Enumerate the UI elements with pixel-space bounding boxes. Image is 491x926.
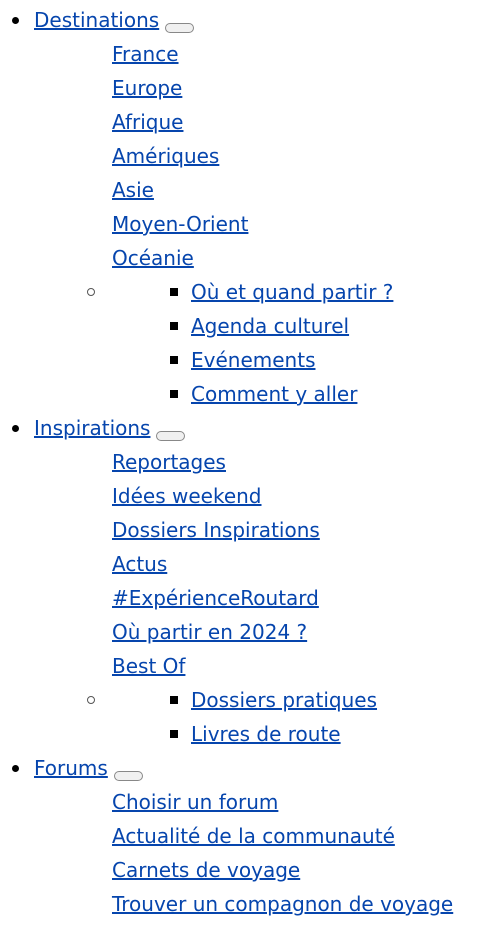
nested-link-comment-y-aller[interactable]: Comment y aller <box>191 382 357 406</box>
nested-link-evenements[interactable]: Evénements <box>191 348 315 372</box>
nested-link-agenda-culturel[interactable]: Agenda culturel <box>191 314 349 338</box>
nested-submenu-item: Dossiers pratiques <box>191 686 377 714</box>
submenu-item: France <box>112 40 179 68</box>
submenu-link-actus[interactable]: Actus <box>112 552 167 576</box>
menu-link-inspirations[interactable]: Inspirations <box>34 416 150 440</box>
submenu-item: Amériques <box>112 142 219 170</box>
expand-toggle-button[interactable] <box>156 431 186 441</box>
bullet-square-icon <box>170 322 178 330</box>
submenu-link-ou-partir-en-2024[interactable]: Où partir en 2024 ? <box>112 620 307 644</box>
menu-link-forums[interactable]: Forums <box>34 756 108 780</box>
nested-submenu-item: Livres de route <box>191 720 341 748</box>
submenu-item: Best Of <box>112 652 185 680</box>
submenu-item: Afrique <box>112 108 183 136</box>
submenu-link-trouver-un-compagnon-de-voyage[interactable]: Trouver un compagnon de voyage <box>112 892 453 916</box>
submenu-link-france[interactable]: France <box>112 42 179 66</box>
submenu-item: Carnets de voyage <box>112 856 300 884</box>
submenu-item: Actualité de la communauté <box>112 822 395 850</box>
bullet-square-icon <box>170 356 178 364</box>
bullet-disc-icon <box>12 17 19 24</box>
nested-link-livres-de-route[interactable]: Livres de route <box>191 722 341 746</box>
submenu-link-reportages[interactable]: Reportages <box>112 450 226 474</box>
menu-section-inspirations: Inspirations <box>34 414 150 442</box>
submenu-item: Moyen-Orient <box>112 210 248 238</box>
bullet-disc-icon <box>12 765 19 772</box>
bullet-square-icon <box>170 288 178 296</box>
expand-toggle-button[interactable] <box>113 771 143 781</box>
submenu-item: Actus <box>112 550 167 578</box>
submenu-item: Dossiers Inspirations <box>112 516 320 544</box>
menu-section-forums: Forums <box>34 754 108 782</box>
menu-section-destinations: Destinations <box>34 6 159 34</box>
submenu-item: Europe <box>112 74 182 102</box>
bullet-disc-icon <box>12 425 19 432</box>
submenu-link-actualite-de-la-communaute[interactable]: Actualité de la communauté <box>112 824 395 848</box>
submenu-link-choisir-un-forum[interactable]: Choisir un forum <box>112 790 278 814</box>
submenu-item: Idées weekend <box>112 482 262 510</box>
submenu-link-dossiers-inspirations[interactable]: Dossiers Inspirations <box>112 518 320 542</box>
submenu-item: Océanie <box>112 244 194 272</box>
menu-link-destinations[interactable]: Destinations <box>34 8 159 32</box>
bullet-circle-icon <box>87 288 95 296</box>
submenu-link-asie[interactable]: Asie <box>112 178 154 202</box>
submenu-link-moyen-orient[interactable]: Moyen-Orient <box>112 212 248 236</box>
submenu-link-ameriques[interactable]: Amériques <box>112 144 219 168</box>
submenu-link-oceanie[interactable]: Océanie <box>112 246 194 270</box>
bullet-circle-icon <box>87 696 95 704</box>
nested-link-dossiers-pratiques[interactable]: Dossiers pratiques <box>191 688 377 712</box>
submenu-item: Reportages <box>112 448 226 476</box>
submenu-link-europe[interactable]: Europe <box>112 76 182 100</box>
submenu-item: Choisir un forum <box>112 788 278 816</box>
submenu-item: Où partir en 2024 ? <box>112 618 307 646</box>
submenu-item: Asie <box>112 176 154 204</box>
nested-link-ou-et-quand-partir[interactable]: Où et quand partir ? <box>191 280 393 304</box>
bullet-square-icon <box>170 730 178 738</box>
bullet-square-icon <box>170 696 178 704</box>
submenu-link-experienceroutard[interactable]: #ExpérienceRoutard <box>112 586 319 610</box>
submenu-link-afrique[interactable]: Afrique <box>112 110 183 134</box>
submenu-item: #ExpérienceRoutard <box>112 584 319 612</box>
expand-toggle-button[interactable] <box>165 23 195 33</box>
submenu-link-carnets-de-voyage[interactable]: Carnets de voyage <box>112 858 300 882</box>
nested-submenu-item: Evénements <box>191 346 315 374</box>
submenu-link-idees-weekend[interactable]: Idées weekend <box>112 484 262 508</box>
nested-submenu-item: Agenda culturel <box>191 312 349 340</box>
submenu-link-best-of[interactable]: Best Of <box>112 654 185 678</box>
submenu-item: Trouver un compagnon de voyage <box>112 890 453 918</box>
nested-submenu-item: Où et quand partir ? <box>191 278 393 306</box>
bullet-square-icon <box>170 390 178 398</box>
nested-submenu-item: Comment y aller <box>191 380 357 408</box>
